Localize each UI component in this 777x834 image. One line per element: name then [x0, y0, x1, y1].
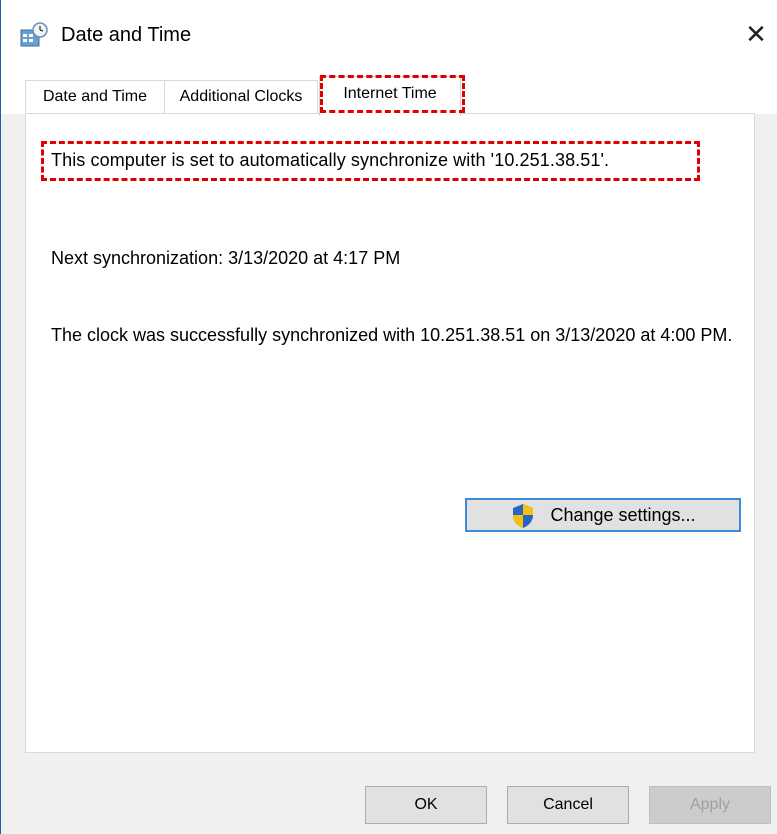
title-bar: Date and Time ✕ [1, 0, 777, 72]
ok-button[interactable]: OK [365, 786, 487, 824]
date-time-icon [20, 22, 48, 47]
tab-additional-clocks[interactable]: Additional Clocks [164, 80, 318, 113]
window-title: Date and Time [61, 24, 192, 46]
tab-internet-time[interactable]: Internet Time [319, 76, 461, 116]
change-settings-label: Change settings... [550, 505, 696, 525]
apply-button[interactable]: Apply [649, 786, 771, 824]
cancel-button[interactable]: Cancel [507, 786, 629, 824]
last-sync-result-text: The clock was successfully synchronized … [51, 325, 733, 345]
change-settings-button[interactable]: Change settings... [465, 498, 741, 532]
uac-shield-icon [513, 504, 533, 528]
next-sync-text: Next synchronization: 3/13/2020 at 4:17 … [51, 248, 401, 268]
tab-date-and-time[interactable]: Date and Time [25, 80, 165, 113]
date-time-window: Date and Time ✕ Date and Time Additional… [0, 0, 777, 834]
internet-time-panel [25, 113, 755, 753]
sync-status-text: This computer is set to automatically sy… [51, 150, 610, 170]
close-button[interactable]: ✕ [739, 16, 773, 52]
